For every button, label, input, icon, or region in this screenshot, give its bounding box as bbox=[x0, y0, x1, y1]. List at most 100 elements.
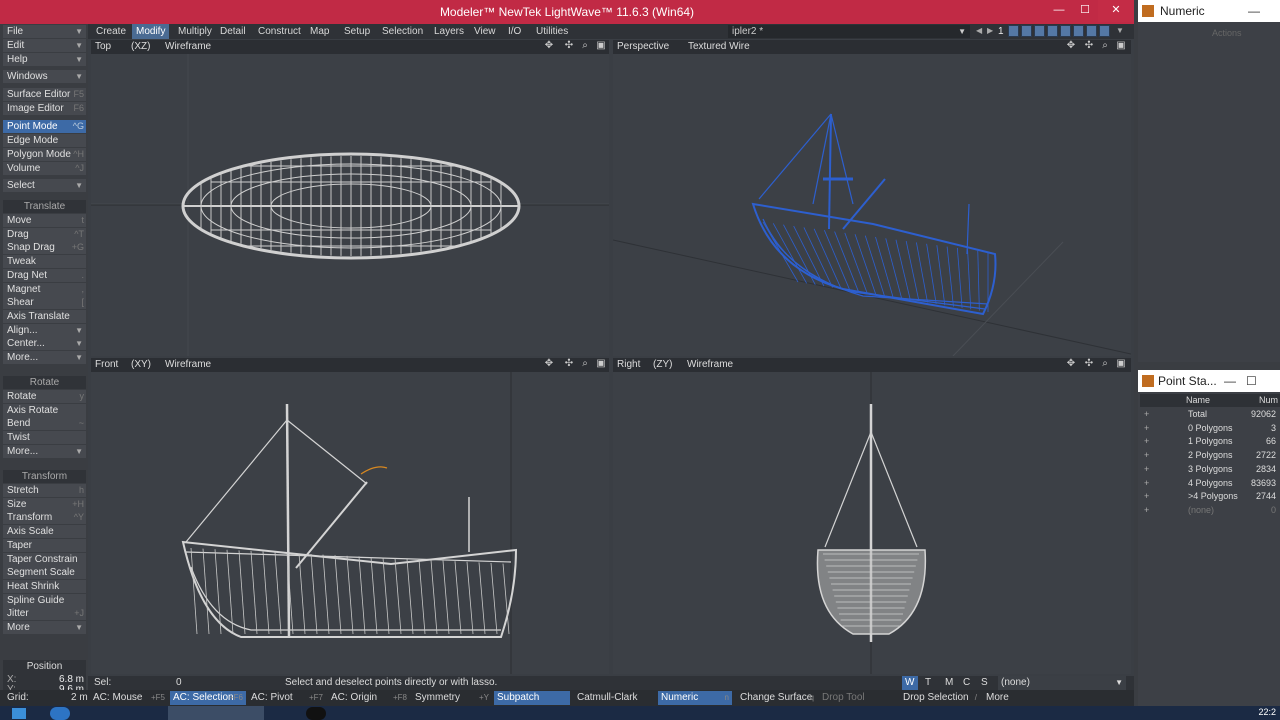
chevron-left-icon[interactable]: ◀ bbox=[976, 25, 986, 37]
surface-editor-button[interactable]: Surface Editor F5 bbox=[3, 88, 86, 101]
layer-box[interactable] bbox=[1008, 25, 1019, 37]
tool-more[interactable]: More... ▼ bbox=[3, 444, 86, 458]
maximize-icon[interactable]: ▣ bbox=[595, 40, 607, 52]
tool-align[interactable]: Align... ▼ bbox=[3, 323, 86, 337]
edge-mode-button[interactable]: Edge Mode bbox=[3, 134, 86, 147]
polygon-mode-button[interactable]: Polygon Mode ^H bbox=[3, 148, 86, 161]
actions-button[interactable]: Actions bbox=[1212, 28, 1242, 38]
tab-io[interactable]: I/O bbox=[504, 24, 525, 39]
tool-axis-rotate[interactable]: Axis Rotate bbox=[3, 403, 86, 417]
render-mode[interactable]: Wireframe bbox=[165, 40, 211, 54]
tool-magnet[interactable]: Magnet, bbox=[3, 282, 86, 296]
tool-axis-translate[interactable]: Axis Translate bbox=[3, 309, 86, 323]
layer-box[interactable] bbox=[1099, 25, 1110, 37]
rotate-icon[interactable]: ✣ bbox=[1083, 40, 1095, 52]
maximize-icon[interactable]: ▣ bbox=[1115, 40, 1127, 52]
change-surface-button[interactable]: Change Surface q bbox=[737, 691, 817, 705]
tab-modify[interactable]: Modify bbox=[132, 24, 170, 39]
rotate-icon[interactable]: ✣ bbox=[563, 40, 575, 52]
windows-start-icon[interactable] bbox=[12, 708, 26, 719]
close-button[interactable]: ✕ bbox=[1098, 0, 1134, 22]
move-icon[interactable]: ✥ bbox=[1065, 40, 1077, 52]
plus-icon[interactable]: + bbox=[1144, 477, 1149, 490]
layer-box[interactable] bbox=[1047, 25, 1058, 37]
tool-more[interactable]: More ▼ bbox=[3, 621, 86, 634]
tool-segment-scale[interactable]: Segment Scale bbox=[3, 566, 86, 580]
plus-icon[interactable]: + bbox=[1144, 408, 1149, 421]
minimize-button[interactable]: — bbox=[1224, 370, 1236, 392]
move-icon[interactable]: ✥ bbox=[543, 358, 555, 370]
stats-row[interactable]: + Total 92062 bbox=[1144, 408, 1278, 421]
maximize-button[interactable]: ☐ bbox=[1246, 370, 1257, 392]
stats-row[interactable]: +3 Polygons 2834 bbox=[1144, 463, 1278, 476]
ac-origin-button[interactable]: AC: Origin +F8 bbox=[328, 691, 410, 705]
view-type[interactable]: Right bbox=[617, 358, 640, 372]
plus-icon[interactable]: + bbox=[1144, 490, 1149, 503]
tab-layers[interactable]: Layers bbox=[430, 24, 468, 39]
move-icon[interactable]: ✥ bbox=[543, 40, 555, 52]
tab-multiply[interactable]: Multiply bbox=[174, 24, 216, 39]
zoom-icon[interactable]: ⌕ bbox=[1099, 358, 1111, 370]
tool-jitter[interactable]: Jitter +J bbox=[3, 607, 86, 621]
tool-size[interactable]: Size +H bbox=[3, 497, 86, 511]
layer-box[interactable] bbox=[1073, 25, 1084, 37]
zoom-icon[interactable]: ⌕ bbox=[1099, 40, 1111, 52]
tool-twist[interactable]: Twist bbox=[3, 431, 86, 445]
numeric-button[interactable]: Numeric n bbox=[658, 691, 732, 705]
tool-rotate[interactable]: Rotate y bbox=[3, 390, 86, 403]
viewport-perspective[interactable]: Perspective Textured Wire ✥ ✣ ⌕ ▣ bbox=[613, 40, 1131, 356]
volume-button[interactable]: Volume ^J bbox=[3, 162, 86, 175]
plus-icon[interactable]: + bbox=[1144, 422, 1149, 435]
render-mode[interactable]: Wireframe bbox=[687, 358, 733, 372]
ac-mouse-button[interactable]: AC: Mouse +F5 bbox=[90, 691, 168, 705]
stats-row[interactable]: +0 Polygons 3 bbox=[1144, 422, 1278, 435]
chevron-down-icon[interactable]: ▼ bbox=[1116, 25, 1124, 37]
symmetry-button[interactable]: Symmetry +Y bbox=[412, 691, 492, 705]
layer-box[interactable] bbox=[1060, 25, 1071, 37]
tool-drag[interactable]: Drag ^T bbox=[3, 227, 86, 241]
render-mode[interactable]: Wireframe bbox=[165, 358, 211, 372]
image-editor-button[interactable]: Image Editor F6 bbox=[3, 102, 86, 115]
maximize-button[interactable]: ☐ bbox=[1072, 0, 1098, 22]
tool-center[interactable]: Center... ▼ bbox=[3, 337, 86, 351]
plus-icon[interactable]: + bbox=[1144, 463, 1149, 476]
rotate-icon[interactable]: ✣ bbox=[1083, 358, 1095, 370]
layer-box[interactable] bbox=[1021, 25, 1032, 37]
tool-taper-constrain[interactable]: Taper Constrain bbox=[3, 552, 86, 566]
mode-t-button[interactable]: T bbox=[922, 676, 938, 690]
help-menu[interactable]: Help ▼ bbox=[3, 53, 86, 66]
stats-row[interactable]: + >4 Polygons 2744 bbox=[1144, 490, 1278, 503]
file-menu[interactable]: File ▼ bbox=[3, 25, 86, 38]
plus-icon[interactable]: + bbox=[1144, 504, 1149, 517]
tool-shear[interactable]: Shear [ bbox=[3, 296, 86, 310]
tab-create[interactable]: Create bbox=[92, 24, 130, 39]
tab-detail[interactable]: Detail bbox=[216, 24, 250, 39]
minimize-button[interactable]: — bbox=[1248, 0, 1260, 22]
mode-m-button[interactable]: M bbox=[942, 676, 958, 690]
surface-select[interactable]: (none) ▼ bbox=[998, 676, 1126, 690]
point-mode-button[interactable]: Point Mode ^G bbox=[3, 120, 86, 133]
taskbar-app-lightwave[interactable] bbox=[168, 706, 264, 720]
app-icon[interactable] bbox=[306, 707, 326, 720]
tab-map[interactable]: Map bbox=[306, 24, 333, 39]
tab-utilities[interactable]: Utilities bbox=[532, 24, 572, 39]
stats-row[interactable]: +2 Polygons 2722 bbox=[1144, 449, 1278, 462]
stats-row[interactable]: + (none) 0 bbox=[1144, 504, 1278, 517]
ac-selection-button[interactable]: AC: Selection +F6 bbox=[170, 691, 246, 705]
layer-box[interactable] bbox=[1034, 25, 1045, 37]
drop-selection-button[interactable]: Drop Selection / bbox=[900, 691, 980, 705]
tool-snap-drag[interactable]: Snap Drag +G bbox=[3, 241, 86, 255]
tool-spline-guide[interactable]: Spline Guide bbox=[3, 593, 86, 607]
zoom-icon[interactable]: ⌕ bbox=[579, 40, 591, 52]
layer-select[interactable]: ipler2 * ▼ bbox=[728, 25, 970, 38]
zoom-icon[interactable]: ⌕ bbox=[579, 358, 591, 370]
tool-taper[interactable]: Taper bbox=[3, 538, 86, 552]
tool-bend[interactable]: Bend ~ bbox=[3, 417, 86, 431]
drop-tool-button[interactable]: Drop Tool bbox=[819, 691, 897, 705]
stats-row[interactable]: +1 Polygons 66 bbox=[1144, 435, 1278, 448]
tab-construct[interactable]: Construct bbox=[254, 24, 305, 39]
tool-drag-net[interactable]: Drag Net. bbox=[3, 268, 86, 282]
plus-icon[interactable]: + bbox=[1144, 449, 1149, 462]
render-mode[interactable]: Textured Wire bbox=[688, 40, 750, 54]
plus-icon[interactable]: + bbox=[1144, 435, 1149, 448]
